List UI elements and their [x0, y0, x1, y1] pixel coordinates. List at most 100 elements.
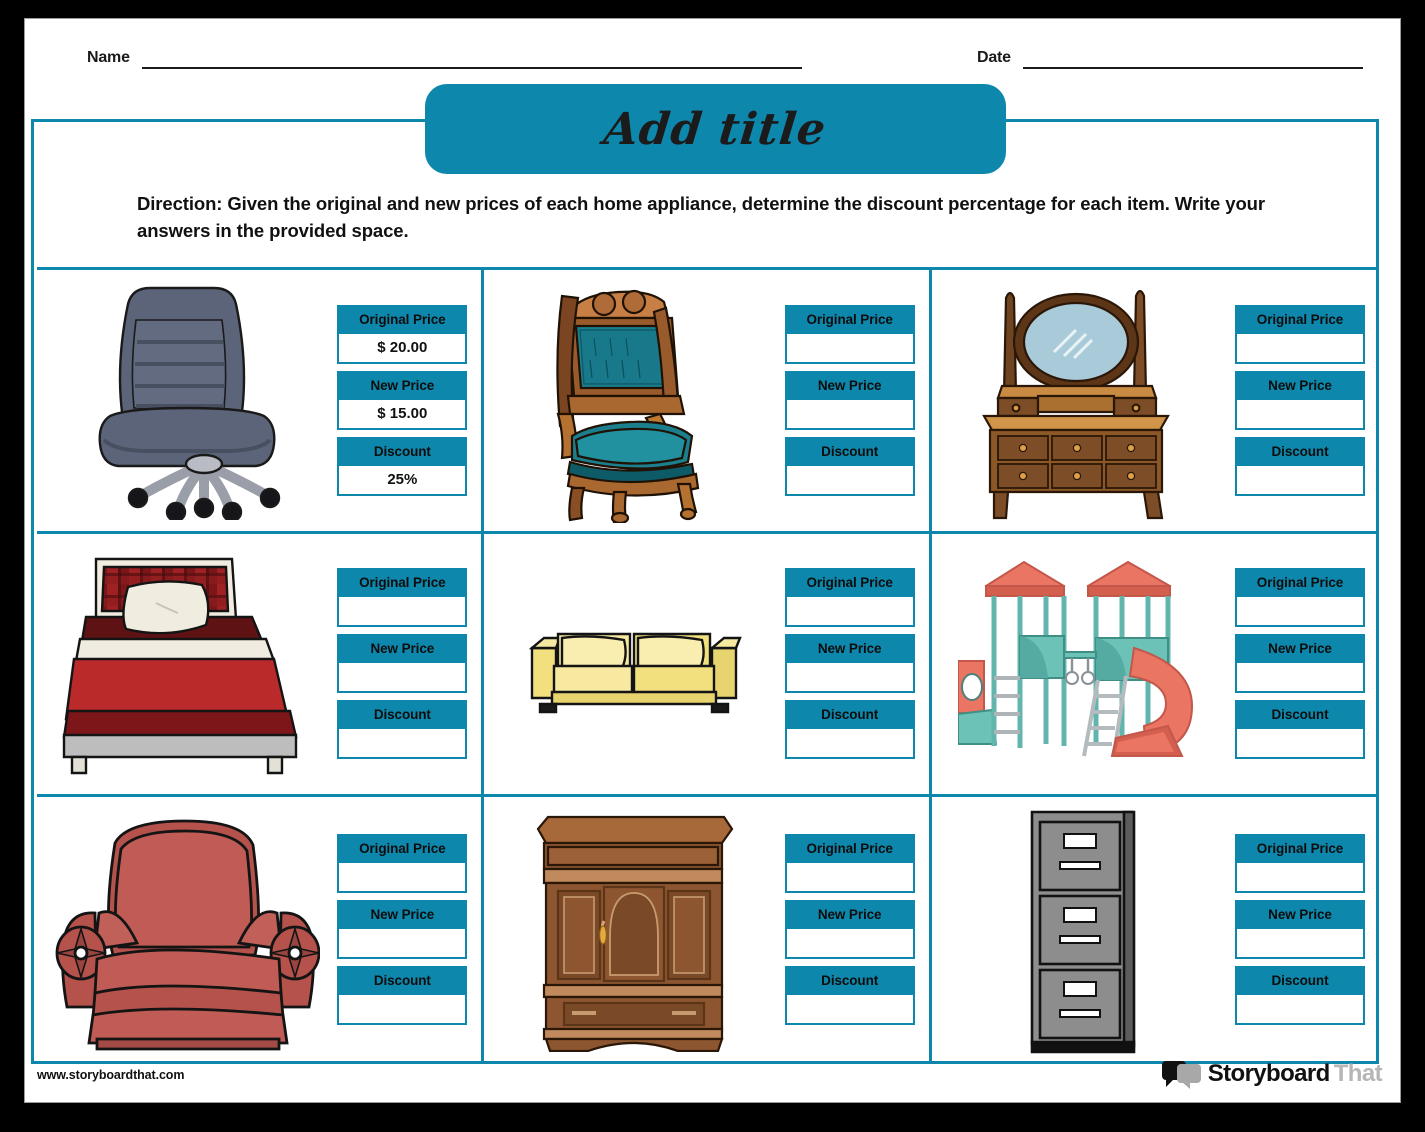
filing-cabinet-art — [932, 797, 1235, 1061]
original-price-value[interactable] — [784, 333, 915, 364]
original-price-group: Original Price $ 20.00 — [337, 304, 468, 364]
new-price-value[interactable] — [784, 663, 915, 694]
new-price-value[interactable] — [1235, 399, 1365, 430]
discount-label: Discount — [784, 436, 915, 466]
name-input-line[interactable] — [141, 67, 802, 69]
new-price-value[interactable] — [337, 928, 468, 959]
discount-value[interactable] — [1235, 465, 1365, 496]
new-price-group: New Price — [1235, 634, 1365, 694]
logo-secondary-text: That — [1333, 1060, 1383, 1087]
original-price-value[interactable] — [1235, 862, 1365, 893]
item-cell-vanity-dresser: Original Price New Price Discount — [931, 270, 1379, 534]
discount-value[interactable] — [1235, 994, 1365, 1025]
new-price-label: New Price — [337, 899, 468, 929]
price-box: Original Price New Price Discount — [337, 833, 468, 1025]
new-price-group: New Price — [784, 634, 915, 694]
original-price-value[interactable] — [1235, 333, 1365, 364]
footer-website-url[interactable]: www.storyboardthat.com — [37, 1068, 184, 1082]
date-input-line[interactable] — [1022, 67, 1363, 69]
page-title: Add title — [601, 103, 830, 155]
discount-label: Discount — [337, 965, 468, 995]
discount-group: Discount — [1235, 700, 1365, 760]
new-price-group: New Price — [1235, 370, 1365, 430]
discount-label: Discount — [784, 700, 915, 730]
original-price-group: Original Price — [1235, 304, 1365, 364]
new-price-label: New Price — [337, 370, 468, 400]
discount-label: Discount — [784, 965, 915, 995]
discount-value[interactable] — [1235, 729, 1365, 760]
sofa-icon — [529, 632, 743, 714]
price-box: Original Price New Price Discount — [1235, 833, 1365, 1025]
speech-bubbles-icon — [1161, 1061, 1202, 1089]
original-price-group: Original Price — [337, 833, 468, 893]
logo-primary-text: Storyboard — [1207, 1060, 1331, 1087]
item-cell-recliner: Original Price New Price Discount — [37, 797, 485, 1061]
new-price-label: New Price — [337, 634, 468, 664]
discount-value[interactable] — [337, 729, 468, 760]
discount-group: Discount — [1235, 436, 1365, 496]
original-price-label: Original Price — [784, 568, 915, 598]
discount-value[interactable] — [784, 994, 915, 1025]
original-price-value[interactable]: $ 20.00 — [337, 333, 468, 364]
item-cell-armoire: Original Price New Price Discount — [484, 797, 932, 1061]
title-pill[interactable]: Add title — [425, 84, 1006, 174]
new-price-value[interactable]: $ 15.00 — [337, 399, 468, 430]
discount-group: Discount — [337, 700, 468, 760]
discount-value[interactable] — [784, 465, 915, 496]
office-chair-icon — [98, 287, 280, 521]
new-price-label: New Price — [784, 370, 915, 400]
antique-chair-icon — [556, 289, 700, 523]
original-price-label: Original Price — [784, 304, 915, 334]
date-label: Date — [977, 49, 1011, 66]
new-price-value[interactable] — [337, 663, 468, 694]
original-price-value[interactable] — [337, 862, 468, 893]
worksheet-header: Name Date — [25, 41, 1400, 81]
playground-art — [932, 534, 1235, 795]
new-price-label: New Price — [784, 634, 915, 664]
original-price-value[interactable] — [337, 597, 468, 628]
original-price-value[interactable] — [1235, 597, 1365, 628]
new-price-group: New Price — [784, 899, 915, 959]
storyboardthat-logo: Storyboard That — [1161, 1060, 1383, 1089]
armoire-icon — [537, 815, 734, 1052]
original-price-label: Original Price — [337, 833, 468, 863]
new-price-value[interactable] — [1235, 928, 1365, 959]
price-box: Original Price New Price Discount — [1235, 568, 1365, 760]
discount-group: Discount — [784, 436, 915, 496]
discount-value[interactable]: 25% — [337, 465, 468, 496]
discount-label: Discount — [1235, 436, 1365, 466]
worksheet-page: Name Date Direction: Given the original … — [24, 18, 1401, 1103]
original-price-group: Original Price — [1235, 833, 1365, 893]
original-price-label: Original Price — [337, 304, 468, 334]
discount-group: Discount — [337, 965, 468, 1025]
price-box: Original Price New Price Discount — [784, 833, 915, 1025]
new-price-value[interactable] — [784, 399, 915, 430]
discount-group: Discount — [784, 965, 915, 1025]
discount-value[interactable] — [337, 994, 468, 1025]
new-price-label: New Price — [1235, 370, 1365, 400]
discount-group: Discount — [1235, 965, 1365, 1025]
vanity-dresser-icon — [981, 290, 1170, 520]
price-box: Original Price New Price Discount — [337, 568, 468, 760]
item-cell-bed: Original Price New Price Discount — [37, 533, 485, 798]
new-price-label: New Price — [1235, 634, 1365, 664]
original-price-value[interactable] — [784, 597, 915, 628]
vanity-dresser-art — [932, 270, 1235, 531]
item-cell-antique-chair: Original Price New Price Discount — [484, 270, 932, 534]
price-box: Original Price $ 20.00 New Price $ 15.00… — [337, 304, 468, 496]
discount-value[interactable] — [784, 729, 915, 760]
new-price-value[interactable] — [784, 928, 915, 959]
filing-cabinet-icon — [1031, 810, 1136, 1054]
discount-label: Discount — [1235, 700, 1365, 730]
new-price-value[interactable] — [1235, 663, 1365, 694]
original-price-label: Original Price — [1235, 304, 1365, 334]
original-price-group: Original Price — [1235, 568, 1365, 628]
item-cell-sofa: Original Price New Price Discount — [484, 533, 932, 798]
original-price-value[interactable] — [784, 862, 915, 893]
original-price-label: Original Price — [1235, 568, 1365, 598]
new-price-group: New Price — [337, 899, 468, 959]
antique-chair-art — [484, 270, 784, 531]
original-price-group: Original Price — [784, 833, 915, 893]
date-field-group: Date — [977, 49, 1363, 69]
discount-group: Discount 25% — [337, 436, 468, 496]
